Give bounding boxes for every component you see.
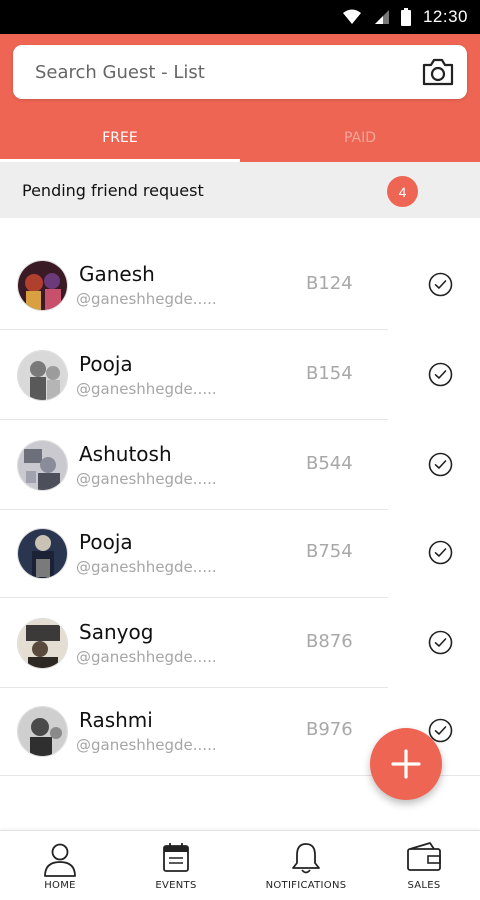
status-time: 12:30	[422, 7, 468, 26]
guest-row[interactable]: Ganesh @ganeshhegde..... B124	[0, 240, 480, 330]
battery-icon	[400, 8, 411, 26]
guest-name: Ashutosh	[79, 442, 172, 466]
header: FREE PAID	[0, 34, 480, 162]
nav-notifications-label: NOTIFICATIONS	[265, 880, 347, 891]
guest-code: B124	[306, 273, 353, 294]
check-circle-icon[interactable]	[428, 272, 453, 297]
guest-handle: @ganeshhegde.....	[76, 470, 217, 488]
nav-home[interactable]: HOME	[0, 831, 120, 900]
guest-code: B976	[306, 719, 353, 740]
guest-name: Sanyog	[79, 620, 154, 644]
calendar-icon	[163, 843, 189, 872]
guest-handle: @ganeshhegde.....	[76, 648, 217, 666]
guest-handle: @ganeshhegde.....	[76, 380, 217, 398]
pending-requests-bar[interactable]: Pending friend request 4	[0, 162, 480, 218]
pending-count-badge: 4	[387, 176, 418, 207]
plus-icon	[391, 749, 421, 779]
bottom-nav: HOME EVENTS NOTIFICATIONS SALES	[0, 830, 480, 900]
guest-handle: @ganeshhegde.....	[76, 736, 217, 754]
avatar	[17, 350, 68, 401]
nav-sales[interactable]: SALES	[364, 831, 480, 900]
nav-sales-label: SALES	[407, 880, 441, 891]
guest-row[interactable]: Ashutosh @ganeshhegde..... B544	[0, 420, 480, 510]
camera-icon[interactable]	[421, 56, 455, 88]
guest-name: Rashmi	[79, 708, 153, 732]
guest-name: Pooja	[79, 352, 133, 376]
guest-row[interactable]: Pooja @ganeshhegde..... B754	[0, 508, 480, 598]
status-bar: 12:30	[0, 0, 480, 34]
avatar	[17, 618, 68, 669]
signal-icon	[374, 10, 389, 24]
guest-row[interactable]: Pooja @ganeshhegde..... B154	[0, 330, 480, 420]
user-icon	[44, 843, 76, 877]
nav-events-label: EVENTS	[155, 880, 197, 891]
guest-row[interactable]: Sanyog @ganeshhegde..... B876	[0, 598, 480, 688]
guest-code: B544	[306, 453, 353, 474]
guest-handle: @ganeshhegde.....	[76, 558, 217, 576]
pending-requests-label: Pending friend request	[22, 180, 204, 200]
check-circle-icon[interactable]	[428, 630, 453, 655]
avatar	[17, 706, 68, 757]
tab-paid[interactable]: PAID	[240, 114, 480, 162]
guest-handle: @ganeshhegde.....	[76, 290, 217, 308]
search-box[interactable]	[13, 45, 467, 99]
avatar	[17, 528, 68, 579]
bell-icon	[292, 843, 320, 874]
tab-free[interactable]: FREE	[0, 114, 240, 162]
nav-notifications[interactable]: NOTIFICATIONS	[246, 831, 366, 900]
check-circle-icon[interactable]	[428, 362, 453, 387]
check-circle-icon[interactable]	[428, 452, 453, 477]
wallet-icon	[407, 842, 441, 871]
nav-events[interactable]: EVENTS	[116, 831, 236, 900]
guest-code: B754	[306, 541, 353, 562]
wifi-icon	[342, 9, 361, 24]
add-guest-button[interactable]	[370, 728, 442, 800]
check-circle-icon[interactable]	[428, 540, 453, 565]
guest-code: B876	[306, 631, 353, 652]
guest-code: B154	[306, 363, 353, 384]
guest-name: Pooja	[79, 530, 133, 554]
nav-home-label: HOME	[44, 880, 76, 891]
guest-name: Ganesh	[79, 262, 155, 286]
avatar	[17, 260, 68, 311]
search-input[interactable]	[35, 45, 415, 99]
avatar	[17, 440, 68, 491]
